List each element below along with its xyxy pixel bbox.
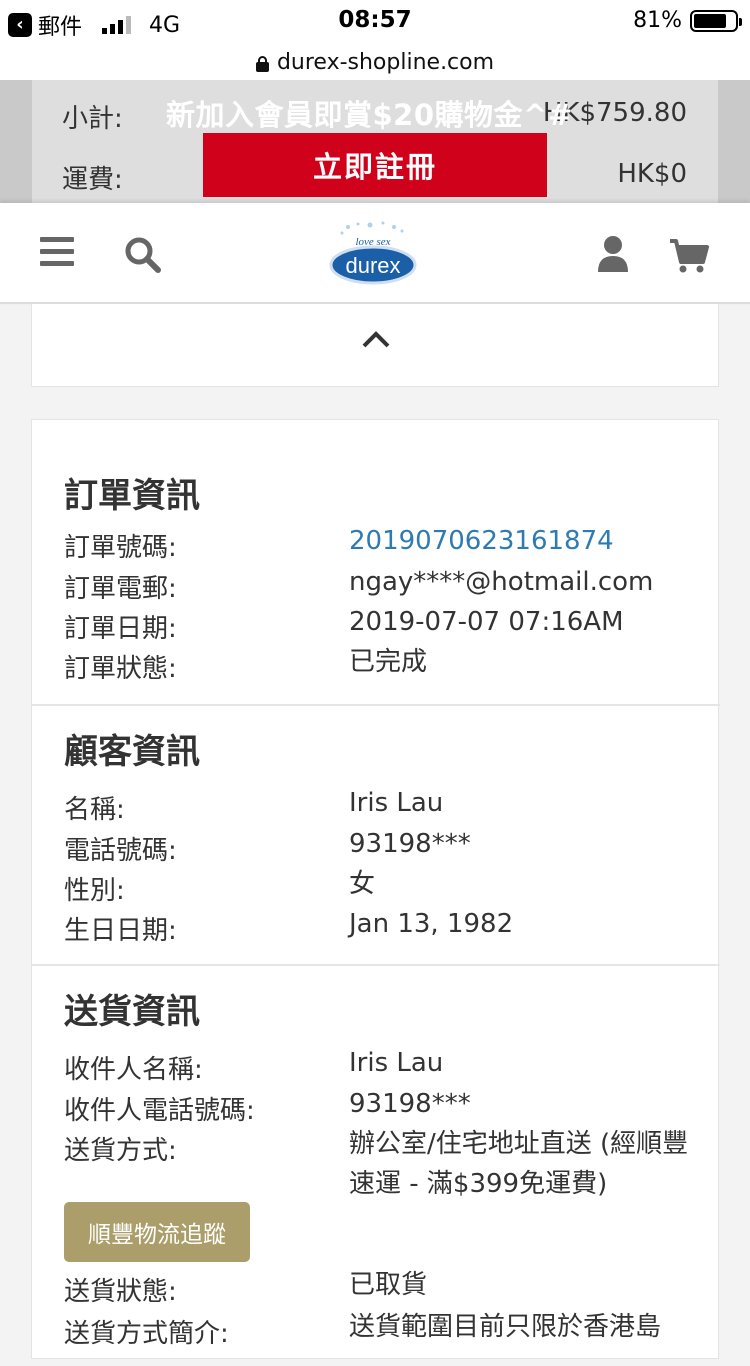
row-label: 性別: bbox=[64, 876, 125, 906]
row-label: 收件人電話號碼: bbox=[64, 1096, 255, 1126]
hamburger-icon[interactable] bbox=[40, 237, 74, 267]
row-label: 送貨方式簡介: bbox=[64, 1319, 229, 1349]
row-label: 名稱: bbox=[64, 795, 125, 825]
row-value: ngay****@hotmail.com bbox=[349, 567, 654, 597]
delivery-info-section: 送貨資訊 收件人名稱: Iris Lau 收件人電話號碼: 93198*** 送… bbox=[32, 966, 720, 1366]
site-header: love sex durex bbox=[0, 203, 750, 304]
subtotal-label: 小計: bbox=[62, 104, 123, 134]
row-label: 送貨方式: bbox=[64, 1136, 177, 1166]
row-value: Iris Lau bbox=[349, 788, 444, 818]
row-label: 訂單號碼: bbox=[64, 533, 177, 563]
register-button[interactable]: 立即註冊 bbox=[203, 133, 547, 197]
row-value: 辦公室/住宅地址直送 (經順豐速運 - 滿$399免運費) bbox=[349, 1129, 689, 1199]
collapsed-panel bbox=[31, 304, 719, 387]
logo-wordmark: durex bbox=[345, 253, 400, 278]
row-value: 93198*** bbox=[349, 1089, 471, 1119]
search-icon[interactable] bbox=[124, 236, 162, 274]
shipping-label: 運費: bbox=[62, 165, 123, 195]
status-bar: ‹ 郵件 4G 08:57 81% bbox=[0, 0, 750, 44]
sf-tracking-button[interactable]: 順豐物流追蹤 bbox=[64, 1202, 250, 1262]
row-value: Iris Lau bbox=[349, 1048, 444, 1078]
customer-info-title: 顧客資訊 bbox=[64, 732, 200, 772]
delivery-info-title: 送貨資訊 bbox=[64, 992, 200, 1032]
row-label: 訂單電郵: bbox=[64, 574, 177, 604]
order-info-section: 訂單資訊 訂單號碼: 2019070623161874 訂單電郵: ngay**… bbox=[32, 420, 720, 706]
url-bar[interactable]: durex-shopline.com bbox=[0, 44, 750, 80]
battery-percent: 81% bbox=[633, 8, 682, 33]
row-value: 已完成 bbox=[349, 647, 428, 677]
order-info-title: 訂單資訊 bbox=[64, 476, 200, 516]
row-value: 93198*** bbox=[349, 829, 471, 859]
cart-icon[interactable] bbox=[668, 236, 710, 274]
row-label: 訂單狀態: bbox=[64, 654, 177, 684]
shipping-value: HK$0 bbox=[617, 159, 687, 189]
row-label: 送貨狀態: bbox=[64, 1277, 177, 1307]
row-value: 2019-07-07 07:16AM bbox=[349, 607, 624, 637]
durex-logo[interactable]: love sex durex bbox=[328, 219, 418, 289]
battery-icon bbox=[690, 9, 742, 32]
user-icon[interactable] bbox=[596, 234, 630, 274]
url-text: durex-shopline.com bbox=[276, 49, 495, 75]
row-label: 訂單日期: bbox=[64, 614, 177, 644]
chevron-up-icon[interactable] bbox=[362, 330, 390, 348]
order-detail-card: 訂單資訊 訂單號碼: 2019070623161874 訂單電郵: ngay**… bbox=[31, 419, 720, 1359]
row-label: 電話號碼: bbox=[64, 836, 177, 866]
row-label: 收件人名稱: bbox=[64, 1055, 203, 1085]
promo-banner-text: 新加入會員即賞$20購物金^# bbox=[166, 98, 573, 132]
row-value: Jan 13, 1982 bbox=[349, 909, 514, 939]
customer-info-section: 顧客資訊 名稱: Iris Lau 電話號碼: 93198*** 性別: 女 生… bbox=[32, 706, 720, 966]
row-value: 送貨範圍目前只限於香港島 bbox=[349, 1312, 662, 1342]
lock-icon bbox=[255, 56, 269, 72]
battery-status: 81% bbox=[633, 8, 742, 33]
row-value: 已取貨 bbox=[349, 1270, 428, 1300]
row-label: 生日日期: bbox=[64, 916, 177, 946]
row-value: 女 bbox=[349, 869, 376, 899]
order-number-link[interactable]: 2019070623161874 bbox=[349, 521, 704, 561]
